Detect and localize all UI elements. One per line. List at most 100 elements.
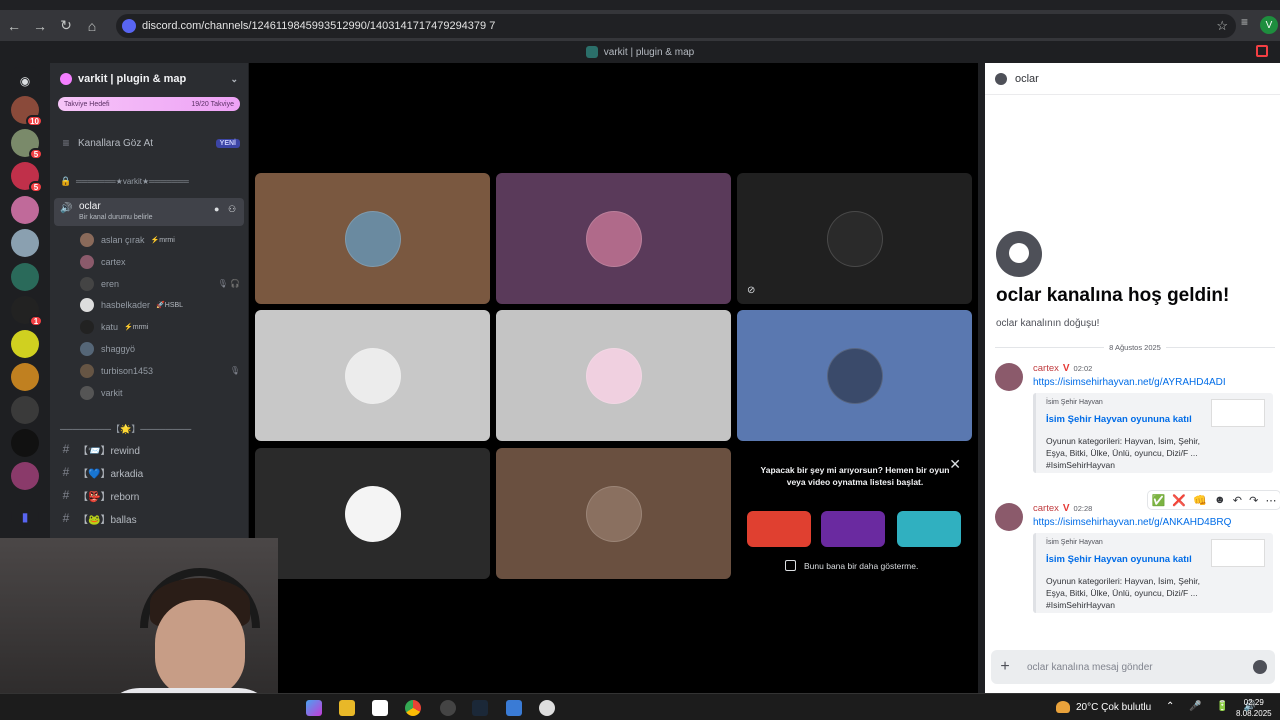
- server-icon[interactable]: [11, 363, 39, 391]
- text-channel[interactable]: # 【👺】reborn: [50, 487, 248, 503]
- invite-icon[interactable]: ⚇: [228, 204, 236, 215]
- folder-icon[interactable]: ▮: [11, 503, 39, 531]
- voice-member[interactable]: turbison1453 🎙: [80, 362, 240, 380]
- bookmark-star-icon[interactable]: ☆: [1216, 18, 1228, 34]
- boost-goal-bar[interactable]: Takviye Hedefi 19/20 Takviye: [58, 97, 240, 111]
- chat-bubble-icon[interactable]: ●: [214, 204, 219, 214]
- locked-category[interactable]: 🔒 ═══════★varkit★═══════: [60, 176, 240, 187]
- member-name: shaggyö: [101, 344, 136, 354]
- checkbox[interactable]: [785, 560, 796, 571]
- avatar: [80, 254, 94, 269]
- voice-member[interactable]: shaggyö: [80, 340, 240, 358]
- participant-tile[interactable]: [255, 310, 490, 441]
- dont-show-label: Bunu bana bir daha gösterme.: [804, 560, 919, 571]
- inbox-icon[interactable]: [1256, 45, 1268, 57]
- dont-show-again[interactable]: Bunu bana bir daha gösterme.: [785, 560, 918, 571]
- clock[interactable]: 02:29 8.08.2025: [1236, 697, 1272, 719]
- embed-title[interactable]: İsim Şehir Hayvan oyununa katıl: [1046, 414, 1192, 425]
- more-icon[interactable]: ⋯: [1265, 494, 1276, 507]
- home-icon[interactable]: ⌂: [80, 14, 104, 38]
- participant-tile[interactable]: ⊘: [737, 173, 972, 304]
- add-reaction-icon[interactable]: ☻: [1214, 494, 1226, 506]
- participant-tile[interactable]: [496, 173, 731, 304]
- participant-tile[interactable]: [496, 310, 731, 441]
- emoji-icon[interactable]: [1253, 660, 1267, 674]
- author-name[interactable]: cartex: [1033, 363, 1059, 374]
- server-icon[interactable]: 10: [11, 96, 43, 127]
- weather-widget[interactable]: 20°C Çok bulutlu: [1056, 701, 1151, 713]
- server-icon[interactable]: [11, 330, 39, 358]
- participant-tile[interactable]: [496, 448, 731, 579]
- reply-icon[interactable]: ↶: [1233, 494, 1242, 507]
- message-link[interactable]: https://isimsehirhayvan.net/g/AYRAHD4ADI: [1033, 377, 1226, 388]
- server-icon[interactable]: [11, 429, 39, 457]
- message-link[interactable]: https://isimsehirhayvan.net/g/ANKAHD4BRQ: [1033, 517, 1231, 528]
- reload-icon[interactable]: ↻: [54, 14, 78, 38]
- check-reaction-icon[interactable]: ✅: [1152, 494, 1166, 507]
- app-icon[interactable]: [539, 700, 555, 716]
- embed-thumbnail[interactable]: [1211, 539, 1265, 567]
- text-channel[interactable]: # 【🐸】ballas: [50, 510, 248, 526]
- server-header[interactable]: varkit | plugin & map ⌄: [50, 63, 248, 95]
- link-embed: İsim Şehir Hayvan İsim Şehir Hayvan oyun…: [1033, 393, 1273, 473]
- address-bar[interactable]: discord.com/channels/1246119845993512990…: [116, 13, 1236, 38]
- author-name[interactable]: cartex: [1033, 503, 1059, 514]
- server-icon[interactable]: 5: [11, 162, 43, 193]
- server-icon[interactable]: [11, 263, 39, 291]
- extensions-icon[interactable]: ≡: [1241, 15, 1255, 29]
- server-icon: [585, 46, 598, 58]
- voice-member[interactable]: varkit: [80, 384, 240, 402]
- avatar: [80, 320, 94, 335]
- back-icon[interactable]: ←: [2, 14, 26, 38]
- cross-reaction-icon[interactable]: ❌: [1172, 494, 1186, 507]
- browse-channels[interactable]: ≡ Kanallara Göz At YENİ: [50, 135, 248, 151]
- participant-avatar: [826, 210, 883, 267]
- promo-title: Yapacak bir şey mi arıyorsun? Hemen bir …: [760, 465, 950, 487]
- server-icon[interactable]: [11, 396, 39, 424]
- voice-member[interactable]: katu ⚡mrmi: [80, 318, 240, 336]
- forward-icon[interactable]: ↷: [1249, 494, 1258, 507]
- server-icon[interactable]: [11, 229, 39, 257]
- participant-tile[interactable]: [737, 310, 972, 441]
- text-channel[interactable]: # 【📨】rewind: [50, 441, 248, 457]
- voice-member[interactable]: cartex: [80, 253, 240, 271]
- avatar[interactable]: [995, 503, 1023, 531]
- voice-member[interactable]: aslan çırak ⚡mrmi: [80, 231, 240, 249]
- add-attachment-icon[interactable]: +: [991, 658, 1019, 676]
- voice-channel-oclar[interactable]: 🔊 oclar Bir kanal durumu belirle ● ⚇: [54, 198, 244, 226]
- site-info-icon[interactable]: [122, 18, 136, 33]
- copilot-icon[interactable]: [306, 700, 322, 716]
- chevron-down-icon[interactable]: ⌄: [230, 74, 238, 85]
- message-actions: ✅ ❌ 👊 ☻ ↶ ↷ ⋯: [1148, 491, 1280, 509]
- discord-home-icon[interactable]: ◉: [11, 67, 39, 95]
- file-explorer-icon[interactable]: [339, 700, 355, 716]
- participant-tile[interactable]: [255, 448, 490, 579]
- app-icon[interactable]: [440, 700, 456, 716]
- app-icon[interactable]: [506, 700, 522, 716]
- voice-member[interactable]: eren 🎙 🎧: [80, 275, 240, 293]
- game-thumbnail[interactable]: [747, 511, 811, 547]
- game-thumbnail[interactable]: [821, 511, 885, 547]
- chrome-icon[interactable]: [405, 700, 421, 716]
- server-icon[interactable]: [11, 196, 39, 224]
- server-icon[interactable]: [11, 462, 39, 490]
- server-icon[interactable]: 5: [11, 129, 43, 160]
- member-name: varkit: [101, 387, 123, 398]
- voice-member[interactable]: hasbelkader 🚀HSBL: [80, 296, 240, 314]
- forward-icon[interactable]: →: [28, 14, 52, 38]
- steam-icon[interactable]: [472, 700, 488, 716]
- store-icon[interactable]: [372, 700, 388, 716]
- voice-channel-status[interactable]: Bir kanal durumu belirle: [79, 214, 153, 221]
- category-header[interactable]: ────────【🌟】────────: [60, 421, 238, 435]
- game-thumbnail[interactable]: [897, 511, 961, 547]
- server-icon[interactable]: 1: [11, 296, 43, 327]
- participant-tile[interactable]: [255, 173, 490, 304]
- profile-avatar[interactable]: V: [1260, 16, 1278, 34]
- unread-badge: 5: [29, 181, 43, 193]
- avatar[interactable]: [995, 363, 1023, 391]
- text-channel[interactable]: # 【💙】arkadia: [50, 464, 248, 480]
- embed-thumbnail[interactable]: [1211, 399, 1265, 427]
- message-composer[interactable]: + oclar kanalına mesaj gönder: [991, 650, 1275, 684]
- fist-reaction-icon[interactable]: 👊: [1193, 494, 1207, 507]
- embed-title[interactable]: İsim Şehir Hayvan oyununa katıl: [1046, 554, 1192, 565]
